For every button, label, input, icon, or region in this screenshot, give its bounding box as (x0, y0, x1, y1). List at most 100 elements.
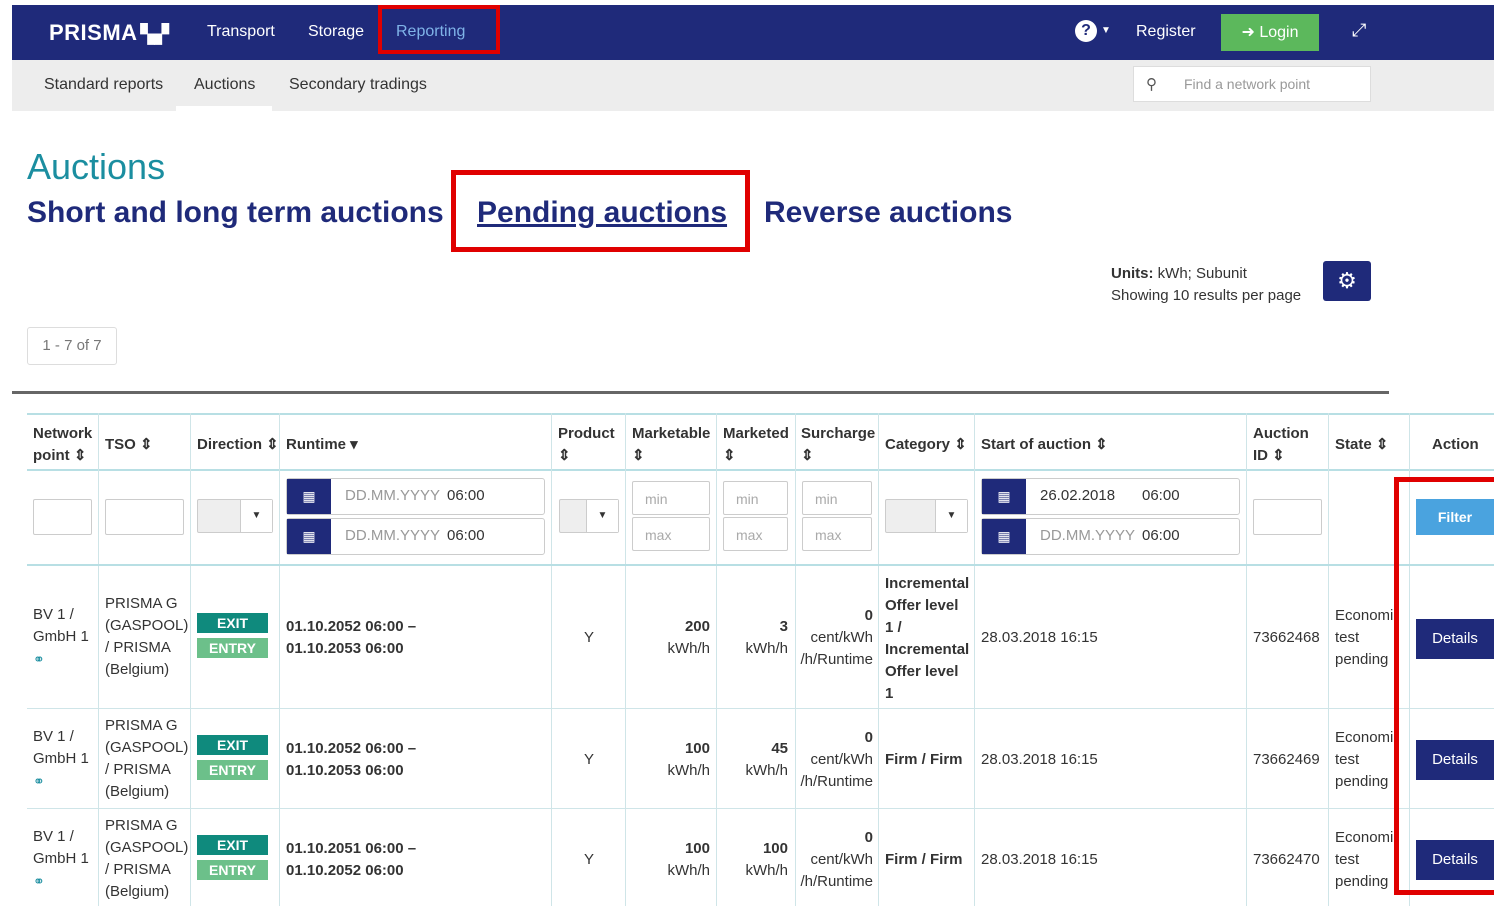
cell-marketable: 100 kWh/h (667, 740, 710, 779)
filter-category-select[interactable]: ▼ (885, 499, 968, 533)
filter-direction-select[interactable]: ▼ (197, 499, 273, 533)
network-point-search: ⚲ (1133, 66, 1371, 102)
th-network-point[interactable]: Network point ⇕ (33, 423, 97, 467)
cell-network-point[interactable]: BV 1 /GmbH 1 ⚭ (33, 826, 89, 893)
filter-auction-id-input[interactable] (1253, 499, 1322, 535)
cell-surcharge: 0 cent/kWh/h/Runtime (800, 607, 873, 668)
calendar-icon[interactable]: ▦ (287, 479, 331, 514)
th-category[interactable]: Category ⇕ (885, 434, 967, 456)
table-row: BV 1 /GmbH 1 ⚭ PRISMA G (GASPOOL) / PRISMA(… (27, 709, 1494, 809)
th-runtime[interactable]: Runtime ▾ (286, 434, 358, 456)
th-marketed[interactable]: Marketed ⇕ (723, 423, 789, 467)
chevron-down-icon: ▼ (240, 500, 272, 532)
highlight-box-reporting (378, 5, 500, 54)
filter-product-select[interactable]: ▼ (559, 499, 619, 533)
th-surcharge[interactable]: Surcharge ⇕ (801, 423, 875, 467)
tab-short-long-term[interactable]: Short and long term auctions (27, 196, 444, 230)
question-circle-icon: ? (1075, 20, 1097, 42)
help-menu[interactable]: ? ▼ (1075, 19, 1111, 42)
filter-marketable-max[interactable]: max (632, 517, 710, 551)
subnav-auctions[interactable]: Auctions (194, 76, 255, 94)
register-link[interactable]: Register (1136, 23, 1196, 41)
subnav-standard-reports[interactable]: Standard reports (44, 76, 163, 94)
cell-tso: PRISMA G (GASPOOL) / PRISMA (Belgium) (105, 595, 189, 678)
cell-product: Y (584, 751, 595, 768)
chevron-down-icon: ▼ (935, 500, 967, 532)
cell-marketed: 100 kWh/h (745, 840, 788, 879)
cell-start-of-auction: 28.03.2018 16:15 (981, 751, 1098, 768)
filter-tso-input[interactable] (105, 499, 184, 535)
link-icon[interactable]: ⚭ (33, 873, 45, 889)
link-icon[interactable]: ⚭ (33, 773, 45, 789)
filter-marketed-max[interactable]: max (723, 517, 788, 551)
th-start-of-auction[interactable]: Start of auction ⇕ (981, 434, 1108, 456)
calendar-icon[interactable]: ▦ (287, 519, 331, 554)
direction-entry-badge: ENTRY (197, 760, 268, 780)
filter-surcharge-max[interactable]: max (802, 517, 872, 551)
tab-reverse-auctions[interactable]: Reverse auctions (764, 196, 1012, 230)
filter-marketable-min[interactable]: min (632, 481, 710, 515)
caret-down-icon: ▼ (1101, 24, 1111, 36)
highlight-box-pending (451, 170, 750, 252)
login-button[interactable]: ➜ Login (1221, 14, 1319, 51)
search-icon: ⚲ (1146, 76, 1157, 93)
th-product[interactable]: Product ⇕ (558, 423, 615, 467)
cell-start-of-auction: 28.03.2018 16:15 (981, 629, 1098, 646)
th-marketable[interactable]: Marketable ⇕ (632, 423, 710, 467)
cell-category: Incremental Offer level 1 /Incremental Offe… (885, 575, 970, 702)
search-input[interactable] (1184, 73, 1364, 95)
table-row: BV 1 /GmbH 1 ⚭ PRISMA G (GASPOOL) / PRISMA(… (27, 809, 1494, 906)
link-icon[interactable]: ⚭ (33, 651, 45, 667)
cell-start-of-auction: 28.03.2018 16:15 (981, 851, 1098, 868)
cell-auction-id: 73662469 (1253, 751, 1320, 768)
filter-runtime-to[interactable]: ▦ DD.MM.YYYY 06:00 (286, 518, 545, 555)
filter-marketed-min[interactable]: min (723, 481, 788, 515)
cell-tso: PRISMA G (GASPOOL) / PRISMA (Belgium) (105, 817, 189, 900)
th-auction-id[interactable]: Auction ID ⇕ (1253, 423, 1313, 467)
direction-exit-badge: EXIT (197, 735, 268, 755)
cell-tso: PRISMA G (GASPOOL) / PRISMA (Belgium) (105, 717, 189, 800)
cell-runtime: 01.10.2052 06:00 –01.10.2053 06:00 (286, 740, 417, 779)
th-state[interactable]: State ⇕ (1335, 434, 1388, 456)
direction-exit-badge: EXIT (197, 613, 268, 633)
page-title: Auctions (27, 146, 166, 187)
filter-start-from[interactable]: ▦ 26.02.2018 06:00 (981, 478, 1240, 515)
filter-row: ▼ ▦ DD.MM.YYYY 06:00 ▦ DD.MM.YYYY 06:00 … (27, 471, 1494, 566)
nav-transport[interactable]: Transport (207, 23, 275, 41)
calendar-icon[interactable]: ▦ (982, 519, 1026, 554)
cell-category: Firm / Firm (885, 851, 963, 868)
filter-runtime-from[interactable]: ▦ DD.MM.YYYY 06:00 (286, 478, 545, 515)
nav-storage[interactable]: Storage (308, 23, 364, 41)
highlight-box-action (1394, 477, 1494, 895)
cell-surcharge: 0 cent/kWh/h/Runtime (800, 729, 873, 790)
th-direction[interactable]: Direction ⇕ (197, 434, 279, 456)
units-info: Units: kWh; Subunit Showing 10 results p… (1111, 265, 1302, 304)
gear-icon: ⚙ (1337, 268, 1357, 293)
expand-icon[interactable]: ⤢ (1352, 20, 1366, 41)
cell-runtime: 01.10.2051 06:00 –01.10.2052 06:00 (286, 840, 417, 879)
chevron-down-icon: ▼ (586, 500, 618, 532)
section-divider (12, 391, 1389, 394)
cell-category: Firm / Firm (885, 751, 963, 768)
cell-network-point[interactable]: BV 1 /GmbH 1 ⚭ (33, 604, 89, 671)
th-tso[interactable]: TSO ⇕ (105, 434, 153, 456)
cell-marketable: 100 kWh/h (667, 840, 710, 879)
calendar-icon[interactable]: ▦ (982, 479, 1026, 514)
direction-exit-badge: EXIT (197, 835, 268, 855)
cell-marketed: 45 kWh/h (745, 740, 788, 779)
cell-network-point[interactable]: BV 1 /GmbH 1 ⚭ (33, 726, 89, 793)
subnav-secondary-tradings[interactable]: Secondary tradings (289, 76, 427, 94)
cell-auction-id: 73662470 (1253, 851, 1320, 868)
top-navbar: PRISMA ▚▞ Transport Storage Reporting ? ▼ … (12, 5, 1494, 60)
sign-in-icon: ➜ (1241, 24, 1260, 41)
settings-button[interactable]: ⚙ (1323, 261, 1371, 301)
cell-marketed: 3 kWh/h (745, 618, 788, 657)
filter-start-to[interactable]: ▦ DD.MM.YYYY 06:00 (981, 518, 1240, 555)
table-header: Network point ⇕ TSO ⇕ Direction ⇕ Runtim… (27, 413, 1494, 471)
cell-product: Y (584, 629, 595, 646)
prisma-logo[interactable]: PRISMA ▚▞ (49, 20, 169, 46)
active-subnav-indicator (176, 106, 272, 111)
pagination-info: 1 - 7 of 7 (27, 327, 117, 365)
filter-network-point-input[interactable] (33, 499, 92, 535)
filter-surcharge-min[interactable]: min (802, 481, 872, 515)
